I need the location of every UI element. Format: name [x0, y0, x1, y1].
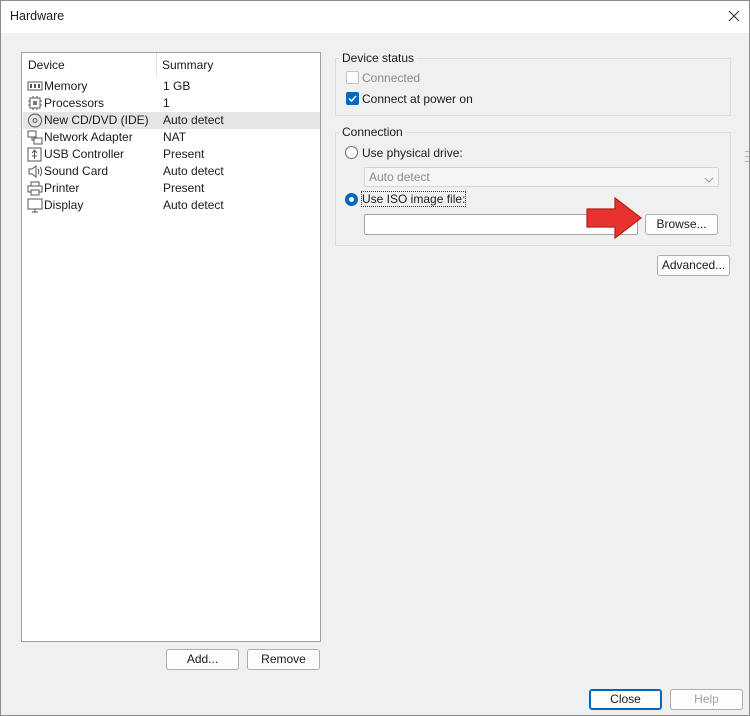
device-row-network-adapter[interactable]: Network Adapter NAT: [23, 129, 320, 146]
device-summary: Auto detect: [163, 164, 224, 178]
device-name: Processors: [44, 96, 105, 110]
device-list: Device Summary Memory 1 GB Processors 1 …: [21, 52, 321, 642]
column-divider: [156, 53, 157, 77]
chevron-down-icon: [704, 172, 714, 183]
cd-dvd-icon: [27, 113, 43, 128]
use-physical-drive-label: Use physical drive:: [362, 146, 463, 160]
title-bar: Hardware: [1, 1, 749, 33]
device-summary: Present: [163, 147, 205, 161]
device-row-cd-dvd[interactable]: New CD/DVD (IDE) Auto detect: [23, 112, 320, 129]
printer-icon: [27, 181, 43, 196]
red-arrow-icon: [585, 195, 643, 241]
column-header-summary[interactable]: Summary: [162, 53, 213, 77]
physical-drive-value: Auto detect: [369, 170, 430, 184]
device-summary: 1: [163, 96, 170, 110]
device-summary: 1 GB: [163, 79, 191, 93]
display-icon: [27, 198, 43, 213]
edge-mark: [745, 161, 749, 162]
use-iso-image-radio[interactable]: [345, 193, 358, 206]
speaker-icon: [27, 164, 43, 179]
checkmark-icon: [348, 95, 357, 103]
device-name: Display: [44, 198, 84, 212]
connected-checkbox[interactable]: [346, 71, 359, 84]
connected-label: Connected: [362, 71, 421, 85]
close-window-icon[interactable]: [721, 5, 747, 27]
device-row-processors[interactable]: Processors 1: [23, 95, 320, 112]
device-summary: NAT: [163, 130, 187, 144]
column-header-device[interactable]: Device: [28, 53, 65, 77]
processor-icon: [27, 96, 43, 111]
use-iso-image-label: Use ISO image file:: [360, 191, 467, 207]
physical-drive-dropdown[interactable]: Auto detect: [364, 167, 719, 187]
device-summary: Auto detect: [163, 113, 224, 127]
add-device-button[interactable]: Add...: [166, 649, 239, 670]
network-adapter-icon: [27, 130, 43, 145]
connect-at-power-on-checkbox[interactable]: [346, 92, 359, 105]
usb-icon: [27, 147, 43, 162]
hardware-dialog: Hardware Device Summary Memory 1 GB Proc…: [0, 0, 750, 716]
device-row-display[interactable]: Display Auto detect: [23, 197, 320, 214]
window-title: Hardware: [10, 9, 65, 23]
advanced-button[interactable]: Advanced...: [657, 255, 730, 276]
edge-mark: [745, 151, 749, 152]
device-row-usb-controller[interactable]: USB Controller Present: [23, 146, 320, 163]
device-name: New CD/DVD (IDE): [44, 113, 149, 127]
help-button[interactable]: Help: [670, 689, 743, 710]
use-physical-drive-radio[interactable]: [345, 146, 358, 159]
device-row-memory[interactable]: Memory 1 GB: [23, 78, 320, 95]
connection-title: Connection: [339, 125, 406, 139]
device-name: USB Controller: [44, 147, 125, 161]
device-row-printer[interactable]: Printer Present: [23, 180, 320, 197]
device-row-sound-card[interactable]: Sound Card Auto detect: [23, 163, 320, 180]
device-name: Network Adapter: [44, 130, 133, 144]
edge-mark: [745, 156, 749, 157]
device-name: Memory: [44, 79, 88, 93]
remove-device-button[interactable]: Remove: [247, 649, 320, 670]
device-status-group: [335, 58, 731, 116]
close-button[interactable]: Close: [589, 689, 662, 710]
device-name: Sound Card: [44, 164, 109, 178]
device-name: Printer: [44, 181, 80, 195]
browse-button[interactable]: Browse...: [645, 214, 718, 235]
memory-icon: [27, 79, 43, 94]
device-summary: Present: [163, 181, 205, 195]
connect-at-power-on-label: Connect at power on: [362, 92, 473, 106]
device-summary: Auto detect: [163, 198, 224, 212]
device-status-title: Device status: [339, 51, 418, 65]
